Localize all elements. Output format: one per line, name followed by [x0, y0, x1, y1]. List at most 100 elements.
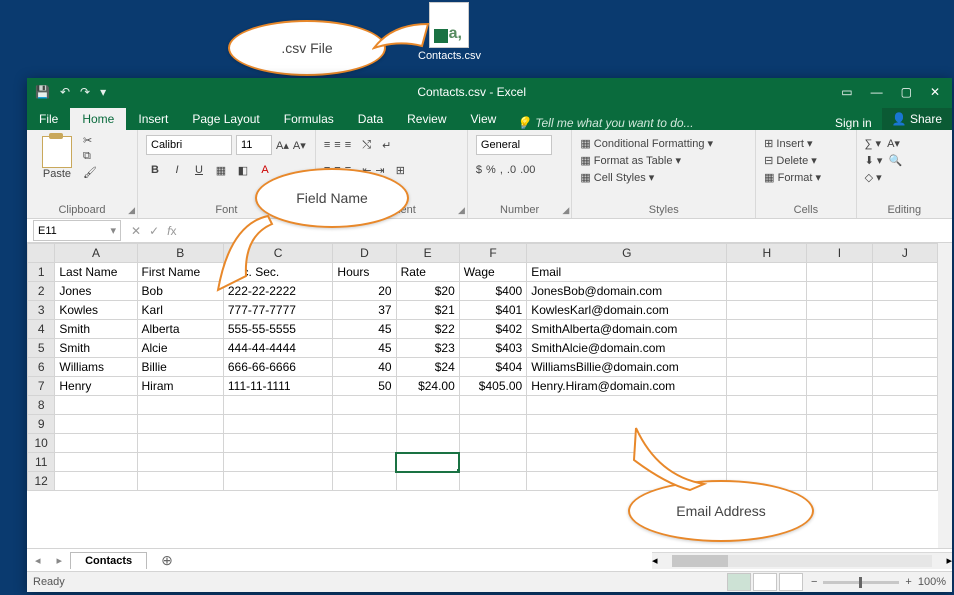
cell[interactable]: $402 [459, 320, 526, 339]
cell[interactable] [807, 472, 872, 491]
row-header[interactable]: 1 [28, 263, 55, 282]
cell-styles-button[interactable]: ▦ Cell Styles ▾ [580, 170, 747, 187]
row-header[interactable]: 5 [28, 339, 55, 358]
ribbon-display-icon[interactable]: ▭ [841, 85, 852, 99]
cell[interactable] [807, 377, 872, 396]
grow-font-icon[interactable]: A▴ [276, 139, 289, 152]
col-header[interactable]: F [459, 244, 526, 263]
merge-icon[interactable]: ⊞ [396, 164, 405, 177]
cell[interactable]: Alberta [137, 320, 223, 339]
cell[interactable] [807, 320, 872, 339]
font-color-icon[interactable]: A [256, 161, 274, 179]
row-header[interactable]: 10 [28, 434, 55, 453]
zoom-level[interactable]: 100% [918, 576, 946, 588]
cell[interactable] [807, 434, 872, 453]
cell[interactable] [872, 301, 937, 320]
cell[interactable]: $22 [396, 320, 459, 339]
cell[interactable] [527, 396, 727, 415]
autosum-button[interactable]: ∑ ▾ A▾ [865, 136, 944, 153]
cell[interactable]: JonesBob@domain.com [527, 282, 727, 301]
spreadsheet-grid[interactable]: ABCDEFGHIJ 1Last NameFirst NameSoc. Sec.… [27, 243, 938, 491]
tab-view[interactable]: View [459, 108, 509, 130]
row-header[interactable]: 2 [28, 282, 55, 301]
cell[interactable]: Hours [333, 263, 396, 282]
horizontal-scrollbar[interactable]: ◂▸ [652, 552, 952, 569]
font-size-input[interactable] [236, 135, 272, 155]
paste-button[interactable]: Paste [35, 134, 79, 182]
cell[interactable] [727, 358, 807, 377]
share-button[interactable]: 👤 Share [882, 108, 952, 130]
cell[interactable] [396, 472, 459, 491]
cell[interactable]: Bob [137, 282, 223, 301]
redo-icon[interactable]: ↷ [80, 85, 90, 99]
cell[interactable]: $20 [396, 282, 459, 301]
col-header[interactable]: J [872, 244, 937, 263]
delete-cells-button[interactable]: ⊟ Delete ▾ [764, 153, 847, 170]
cell[interactable] [55, 453, 137, 472]
tab-home[interactable]: Home [70, 108, 126, 130]
cell[interactable]: 37 [333, 301, 396, 320]
tab-file[interactable]: File [27, 108, 70, 130]
cell[interactable]: $24.00 [396, 377, 459, 396]
cell[interactable] [527, 434, 727, 453]
sign-in-link[interactable]: Sign in [825, 116, 882, 130]
cell[interactable]: Email [527, 263, 727, 282]
cell[interactable]: Soc. Sec. [223, 263, 333, 282]
cell[interactable]: Alcie [137, 339, 223, 358]
cell[interactable]: KowlesKarl@domain.com [527, 301, 727, 320]
cell[interactable]: Henry [55, 377, 137, 396]
cell[interactable] [137, 472, 223, 491]
cell[interactable] [807, 301, 872, 320]
close-button[interactable]: ✕ [930, 85, 940, 99]
cell[interactable] [807, 263, 872, 282]
cell[interactable]: Smith [55, 320, 137, 339]
cell[interactable] [459, 453, 526, 472]
cell[interactable] [459, 472, 526, 491]
align-bottom-icon[interactable]: ≡ [345, 139, 351, 151]
cell[interactable] [872, 396, 937, 415]
cell[interactable] [137, 434, 223, 453]
cell[interactable]: WilliamsBillie@domain.com [527, 358, 727, 377]
cell[interactable] [223, 396, 333, 415]
col-header[interactable]: I [807, 244, 872, 263]
dec-decimal-icon[interactable]: .00 [520, 164, 535, 176]
view-page-break-icon[interactable] [779, 573, 803, 591]
cell[interactable] [807, 282, 872, 301]
cell[interactable]: 20 [333, 282, 396, 301]
cell[interactable] [223, 434, 333, 453]
align-middle-icon[interactable]: ≡ [334, 139, 340, 151]
underline-button[interactable]: U [190, 161, 208, 179]
cell[interactable] [459, 434, 526, 453]
cell[interactable]: Smith [55, 339, 137, 358]
row-header[interactable]: 6 [28, 358, 55, 377]
row-header[interactable]: 9 [28, 415, 55, 434]
cell[interactable] [872, 339, 937, 358]
cell[interactable]: SmithAlcie@domain.com [527, 339, 727, 358]
cell[interactable]: Billie [137, 358, 223, 377]
cell[interactable] [527, 453, 727, 472]
cell[interactable] [459, 415, 526, 434]
cell[interactable]: $23 [396, 339, 459, 358]
cell[interactable] [333, 415, 396, 434]
tab-formulas[interactable]: Formulas [272, 108, 346, 130]
cell[interactable] [55, 396, 137, 415]
cell[interactable] [55, 472, 137, 491]
cell[interactable] [807, 358, 872, 377]
row-header[interactable]: 8 [28, 396, 55, 415]
tab-review[interactable]: Review [395, 108, 458, 130]
cell[interactable]: Rate [396, 263, 459, 282]
cell[interactable] [872, 377, 937, 396]
col-header[interactable]: A [55, 244, 137, 263]
cell[interactable]: Hiram [137, 377, 223, 396]
cell[interactable] [727, 339, 807, 358]
cell[interactable] [727, 377, 807, 396]
cut-icon[interactable]: ✂ [83, 134, 129, 150]
border-icon[interactable]: ▦ [212, 161, 230, 179]
cell[interactable]: 50 [333, 377, 396, 396]
cell[interactable]: $400 [459, 282, 526, 301]
cell[interactable] [727, 434, 807, 453]
col-header[interactable]: D [333, 244, 396, 263]
tab-page-layout[interactable]: Page Layout [180, 108, 271, 130]
cell[interactable] [727, 282, 807, 301]
orientation-icon[interactable]: ⤭ [362, 139, 371, 152]
